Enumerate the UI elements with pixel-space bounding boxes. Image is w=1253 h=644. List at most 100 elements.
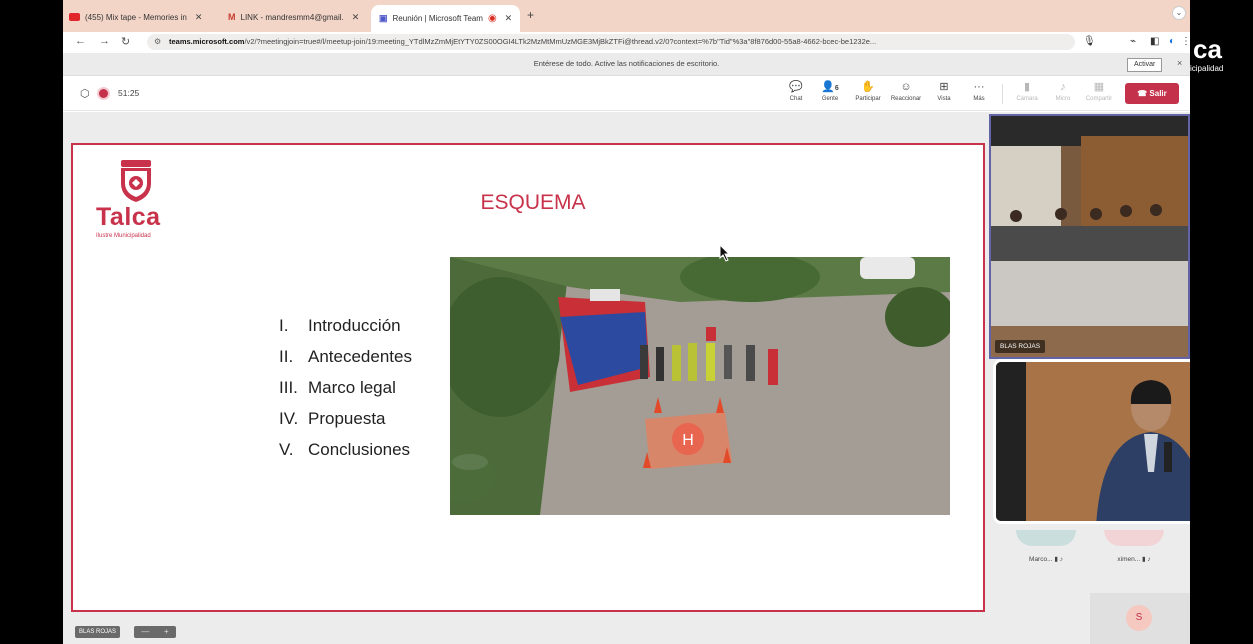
people-count: 6 (834, 85, 839, 92)
zoom-in-button[interactable]: + (164, 626, 169, 638)
youtube-icon (69, 13, 80, 21)
url-path: /v2/?meetingjoin=true#/l/meetup-join/19:… (244, 37, 877, 46)
agenda-number: II. (279, 347, 294, 366)
notification-message: Entérese de todo. Active las notificacio… (533, 59, 720, 68)
new-tab-button[interactable]: + (527, 8, 534, 22)
site-settings-icon[interactable]: ⚙ (154, 34, 161, 50)
profile-icon[interactable]: ◐ (1169, 36, 1175, 47)
close-tab-icon[interactable]: ✕ (195, 12, 203, 23)
more-icon: ··· (973, 81, 985, 93)
meeting-stage: Talca Ilustre Municipalidad ESQUEMA I. In… (63, 112, 1190, 644)
more-button[interactable]: ··· Más (959, 80, 999, 102)
control-label: Vista (937, 96, 951, 102)
svg-text:H: H (682, 432, 694, 449)
zoom-out-button[interactable]: — (141, 626, 149, 638)
close-tab-icon[interactable]: ✕ (352, 12, 360, 23)
participant-ximena[interactable]: ximen... ▮ ♪ (1099, 530, 1169, 563)
close-notification-button[interactable]: × (1177, 58, 1182, 68)
agenda-number: I. (279, 316, 289, 335)
gmail-icon: M (228, 12, 236, 22)
logo-subtitle: Ilustre Municipalidad (96, 233, 151, 239)
participant-label: Marco... ▮ ♪ (1011, 555, 1081, 563)
mic-button[interactable]: ♪ Micro (1043, 80, 1083, 102)
agenda-item: IV. Propuesta (279, 409, 412, 440)
avatar (1016, 530, 1076, 546)
camera-off-icon: ▮ (1023, 81, 1031, 93)
participant-name: ximen... (1117, 556, 1141, 563)
shared-slide: Talca Ilustre Municipalidad ESQUEMA I. In… (71, 143, 985, 612)
control-label: Cámara (1016, 96, 1038, 102)
agenda-text: Propuesta (308, 409, 386, 428)
tab-gmail[interactable]: M LINK - mandresmm4@gmail. ✕ (228, 7, 359, 27)
slide-title: ESQUEMA (480, 191, 586, 214)
teams-icon: ▣ (379, 13, 388, 23)
participant-marco[interactable]: Marco... ▮ ♪ (1011, 530, 1081, 563)
agenda-text: Introducción (308, 316, 401, 335)
speaker-video-feed (996, 362, 1190, 521)
forward-arrow-icon[interactable]: → (99, 35, 110, 47)
overlay-brand-subtext: icipalidad (1190, 64, 1224, 73)
zoom-control: — + (134, 626, 176, 638)
cast-icon[interactable]: ⌁ (1130, 36, 1136, 47)
agenda-item: III. Marco legal (279, 378, 412, 409)
mic-permission-icon[interactable]: 🎙 (1083, 36, 1096, 47)
view-icon: ⊞ (939, 81, 949, 93)
agenda-number: III. (279, 378, 298, 397)
leave-label: Salir (1149, 89, 1167, 98)
sidepanel-icon[interactable]: ◧ (1150, 36, 1159, 47)
close-tab-icon[interactable]: ✕ (505, 13, 513, 24)
mic-off-icon: ♪ (1060, 81, 1066, 93)
agenda-item: II. Antecedentes (279, 347, 412, 378)
control-label: Compartir (1085, 96, 1113, 102)
share-icon: ▦ (1093, 81, 1105, 93)
raise-hand-button[interactable]: ✋ Participar (848, 80, 888, 102)
participant-label: ximen... ▮ ♪ (1099, 555, 1169, 563)
leave-button[interactable]: ☎ Salir (1125, 83, 1179, 104)
reload-icon[interactable]: ↻ (121, 35, 130, 48)
self-video-tile[interactable]: S (1090, 593, 1190, 644)
control-label: Micro (1055, 96, 1071, 102)
camera-button[interactable]: ▮ Cámara (1007, 80, 1047, 102)
browser-window: (455) Mix tape - Memories in ✕ M LINK - … (63, 0, 1190, 644)
control-label: Más (973, 96, 985, 102)
room-name-tag: BLAS ROJAS (995, 340, 1046, 353)
menu-icon[interactable]: ⋮ (1181, 36, 1190, 47)
tab-strip: (455) Mix tape - Memories in ✕ M LINK - … (63, 0, 1190, 32)
participant-name: Marco... (1029, 556, 1053, 563)
url-bar[interactable]: ⚙ teams.microsoft.com/v2/?meetingjoin=tr… (147, 34, 1075, 50)
react-icon: ☺ (900, 81, 912, 93)
control-label: Reaccionar (890, 96, 922, 102)
speaker-video-tile[interactable] (993, 359, 1190, 524)
back-arrow-icon[interactable]: ← (75, 35, 86, 47)
tab-youtube[interactable]: (455) Mix tape - Memories in ✕ (69, 7, 202, 27)
avatar (1104, 530, 1164, 546)
agenda-item: V. Conclusiones (279, 440, 412, 471)
control-label: Participar (855, 96, 881, 102)
tab-teams[interactable]: ▣ Reunión | Microsoft Team ◉ ✕ (371, 5, 521, 32)
meeting-timer: 51:25 (118, 88, 140, 98)
presenter-name-tag: BLAS ROJAS (75, 626, 121, 638)
agenda-number: V. (279, 440, 294, 459)
mouse-cursor-icon (719, 244, 731, 262)
react-button[interactable]: ☺ Reaccionar (886, 80, 926, 102)
participants-row: Marco... ▮ ♪ ximen... ▮ ♪ (1011, 530, 1186, 570)
raise-hand-icon: ✋ (861, 81, 875, 93)
agenda-item: I. Introducción (279, 316, 412, 347)
people-icon: 👤6 (821, 81, 839, 93)
tab-label: Reunión | Microsoft Team (392, 14, 483, 23)
agenda-text: Antecedentes (308, 347, 412, 366)
room-video-tile[interactable]: BLAS ROJAS (989, 114, 1190, 359)
agenda-list: I. Introducción II. Antecedentes III. Marco… (279, 316, 412, 471)
room-video-feed (991, 116, 1188, 357)
share-button[interactable]: ▦ Compartir (1079, 80, 1119, 102)
people-button[interactable]: 👤6 Gente (810, 80, 850, 102)
tab-search-icon[interactable]: ⌄ (1172, 6, 1186, 20)
drone-team-photo: H (450, 257, 950, 515)
url-host: teams.microsoft.com (169, 37, 245, 46)
agenda-number: IV. (279, 409, 299, 428)
view-button[interactable]: ⊞ Vista (924, 80, 964, 102)
screen-frame: ca icipalidad (455) Mix tape - Memories … (0, 0, 1253, 644)
recording-indicator-icon (99, 89, 108, 98)
activate-notifications-button[interactable]: Activar (1127, 58, 1163, 72)
shield-icon[interactable]: ⬡ (80, 87, 90, 100)
